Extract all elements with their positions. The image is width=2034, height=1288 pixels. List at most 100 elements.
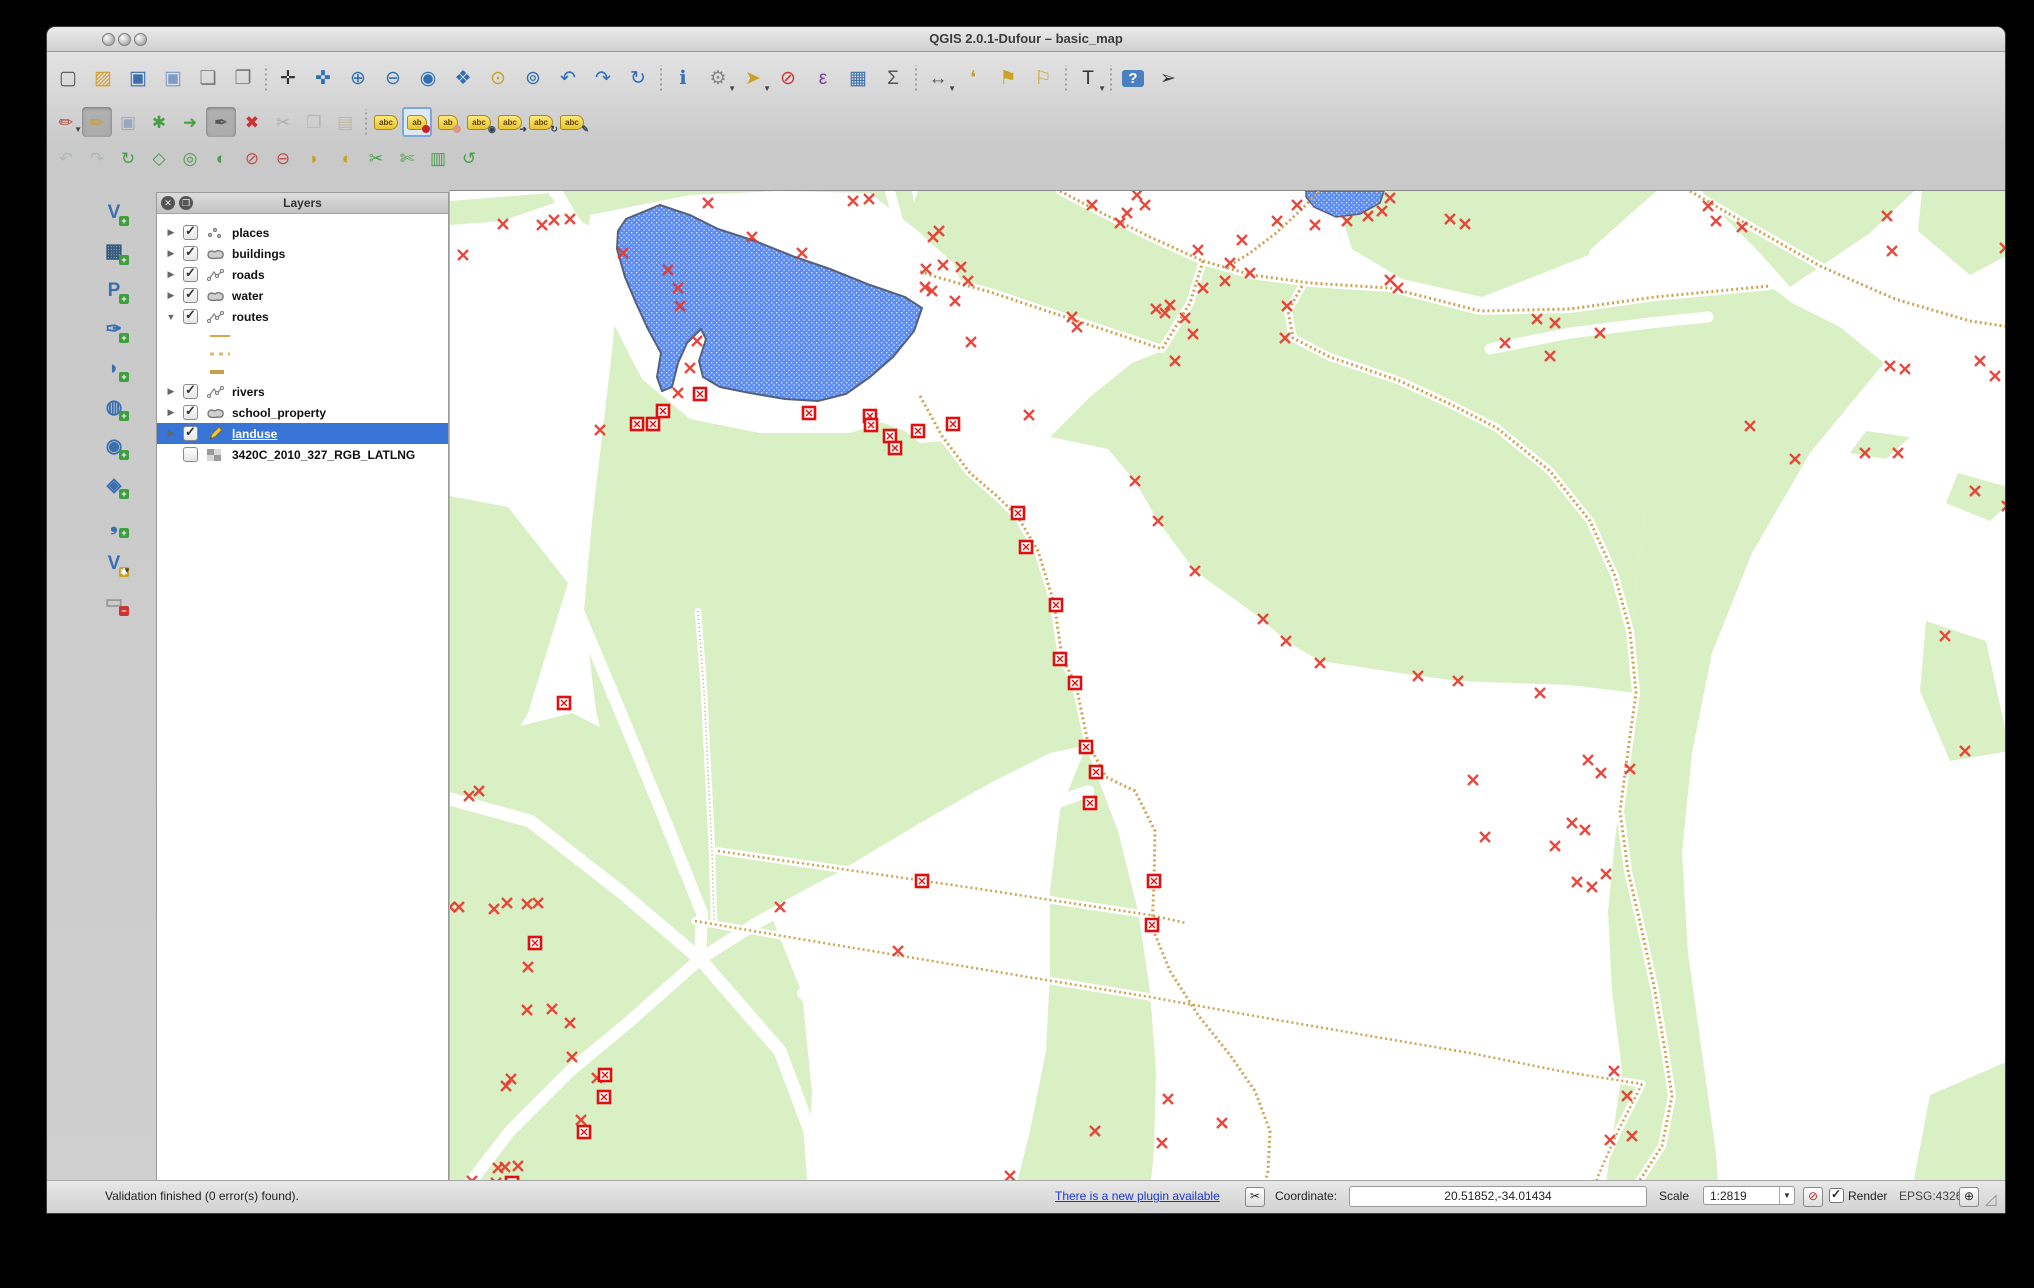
- copy-features-button[interactable]: ❐: [299, 107, 329, 137]
- open-attribute-table-button[interactable]: ▦: [841, 60, 875, 96]
- expander-icon[interactable]: ▶: [165, 227, 177, 238]
- delete-part-button[interactable]: ⊖: [268, 143, 298, 173]
- layer-item-rivers[interactable]: ▶ rivers: [157, 381, 448, 402]
- reshape-features-button[interactable]: ◗: [299, 143, 329, 173]
- current-edits-button[interactable]: ✏ ▼: [51, 107, 82, 137]
- measure-button[interactable]: ↔ ▼: [921, 60, 957, 96]
- zoom-next-button[interactable]: ↷: [586, 60, 620, 96]
- zoom-full-button[interactable]: ❖: [446, 60, 480, 96]
- open-project-button[interactable]: ▨: [86, 60, 120, 96]
- add-feature-button[interactable]: ✱: [144, 107, 174, 137]
- add-ring-button[interactable]: ◎: [175, 143, 205, 173]
- new-shapefile-layer-button[interactable]: V ✱ ▼: [98, 548, 131, 578]
- layer-item-school_property[interactable]: ▶ school_property: [157, 402, 448, 423]
- layer-visibility-checkbox[interactable]: [183, 265, 198, 282]
- zoom-last-button[interactable]: ↶: [551, 60, 585, 96]
- new-bookmark-button[interactable]: ⚑: [991, 60, 1025, 96]
- layer-item-places[interactable]: ▶ places: [157, 222, 448, 243]
- layer-item-roads[interactable]: ▶ roads: [157, 264, 448, 285]
- node-tool-button[interactable]: ✒: [206, 107, 236, 137]
- resize-grip[interactable]: ◿: [1985, 1190, 1997, 1208]
- add-wfs-layer-button[interactable]: ◈ +: [98, 470, 130, 500]
- map-tips-button[interactable]: ❛: [956, 60, 990, 96]
- save-project-as-button[interactable]: ▣: [156, 60, 190, 96]
- layer-visibility-checkbox[interactable]: [183, 447, 198, 462]
- zoom-to-selection-button[interactable]: ⊙: [481, 60, 515, 96]
- deselect-features-button[interactable]: ⊘: [771, 60, 805, 96]
- change-label-button[interactable]: abc ✎: [557, 107, 589, 137]
- help-button[interactable]: ?: [1116, 60, 1150, 96]
- field-calculator-button[interactable]: Σ: [876, 60, 910, 96]
- expander-icon[interactable]: ▶: [165, 407, 177, 418]
- expander-icon[interactable]: ▶: [165, 248, 177, 259]
- zoom-in-button[interactable]: ⊕: [341, 60, 375, 96]
- panel-close-icon[interactable]: ✕: [161, 196, 175, 210]
- rotate-label-button[interactable]: abc ↻: [526, 107, 558, 137]
- save-layer-edits-button[interactable]: ▣: [113, 107, 143, 137]
- map-canvas[interactable]: [449, 190, 2005, 1211]
- scale-combobox[interactable]: 1:2819 ▼: [1703, 1186, 1795, 1205]
- rotate-point-symbols-button[interactable]: ↺: [454, 143, 484, 173]
- pan-map-button[interactable]: ✛: [271, 60, 305, 96]
- layer-item-landuse[interactable]: ▶ landuse: [157, 423, 448, 444]
- add-raster-layer-button[interactable]: ▦ +: [98, 236, 130, 266]
- expander-icon[interactable]: ▶: [165, 386, 177, 397]
- layer-visibility-checkbox[interactable]: [183, 424, 198, 441]
- pin-unpin-labels-button[interactable]: ab: [402, 107, 432, 137]
- scale-dropdown-icon[interactable]: ▼: [1779, 1187, 1794, 1204]
- add-wms-layer-button[interactable]: ◉ +: [98, 431, 130, 461]
- stop-render-icon[interactable]: ⊘: [1803, 1187, 1823, 1207]
- select-features-button[interactable]: ➤ ▼: [736, 60, 771, 96]
- panel-detach-icon[interactable]: ❐: [179, 196, 193, 210]
- expander-icon[interactable]: ▶: [165, 290, 177, 301]
- zoom-native-button[interactable]: ◉: [411, 60, 445, 96]
- toggle-editing-button[interactable]: ✏: [82, 107, 112, 137]
- layer-visibility-checkbox[interactable]: [183, 244, 198, 261]
- rotate-feature-button[interactable]: ↻: [113, 143, 143, 173]
- text-annotation-button[interactable]: T ▼: [1071, 60, 1106, 96]
- highlight-pinned-labels-button[interactable]: ab: [433, 107, 463, 137]
- add-vector-layer-button[interactable]: V +: [98, 197, 130, 227]
- simplify-feature-button[interactable]: ◇: [144, 143, 174, 173]
- zoom-to-layer-button[interactable]: ⊚: [516, 60, 550, 96]
- layer-item-raster[interactable]: 3420C_2010_327_RGB_LATLNG: [157, 444, 448, 465]
- move-label-button[interactable]: abc ➜: [495, 107, 527, 137]
- save-project-button[interactable]: ▣: [121, 60, 155, 96]
- layer-labeling-options-button[interactable]: abc: [371, 107, 401, 137]
- split-features-button[interactable]: ✂: [361, 143, 391, 173]
- layer-item-water[interactable]: ▶ water: [157, 285, 448, 306]
- split-parts-button[interactable]: ✄: [392, 143, 422, 173]
- expander-icon[interactable]: ▶: [165, 269, 177, 280]
- layer-visibility-checkbox[interactable]: [183, 286, 198, 303]
- layer-visibility-checkbox[interactable]: [183, 307, 198, 324]
- composer-manager-button[interactable]: ❐: [226, 60, 260, 96]
- expander-icon[interactable]: ▶: [165, 428, 177, 439]
- add-spatialite-layer-button[interactable]: ✑ +: [98, 314, 130, 344]
- layer-item-buildings[interactable]: ▶ buildings: [157, 243, 448, 264]
- zoom-out-button[interactable]: ⊖: [376, 60, 410, 96]
- delete-selected-button[interactable]: ✖: [237, 107, 267, 137]
- refresh-map-button[interactable]: ↻: [621, 60, 655, 96]
- cut-features-button[interactable]: ✂: [268, 107, 298, 137]
- remove-layer-button[interactable]: ▭ −: [98, 587, 130, 617]
- plugin-icon[interactable]: ✂: [1245, 1187, 1265, 1207]
- plugin-available-link[interactable]: There is a new plugin available: [1055, 1189, 1220, 1203]
- add-mssql-layer-button[interactable]: ◗ +: [98, 353, 130, 383]
- new-project-button[interactable]: ▢: [51, 60, 85, 96]
- title-bar[interactable]: QGIS 2.0.1-Dufour – basic_map: [47, 27, 2005, 52]
- add-delimited-text-layer-button[interactable]: ❟ +: [98, 509, 130, 539]
- identify-features-button[interactable]: ℹ: [666, 60, 700, 96]
- layer-visibility-checkbox[interactable]: [183, 223, 198, 240]
- add-oracle-layer-button[interactable]: ◍ +: [98, 392, 130, 422]
- undo-button[interactable]: ↶: [51, 143, 81, 173]
- crs-button[interactable]: ⊕: [1959, 1187, 1979, 1207]
- pan-to-selection-button[interactable]: ✜: [306, 60, 340, 96]
- whats-this-button[interactable]: ➢: [1151, 60, 1185, 96]
- show-hide-labels-button[interactable]: abc ◉: [464, 107, 496, 137]
- delete-ring-button[interactable]: ⊘: [237, 143, 267, 173]
- expander-icon[interactable]: ▼: [165, 312, 177, 322]
- offset-curve-button[interactable]: ◖: [330, 143, 360, 173]
- show-bookmarks-button[interactable]: ⚐: [1026, 60, 1060, 96]
- layer-item-routes[interactable]: ▼ routes: [157, 306, 448, 327]
- new-print-composer-button[interactable]: ❏: [191, 60, 225, 96]
